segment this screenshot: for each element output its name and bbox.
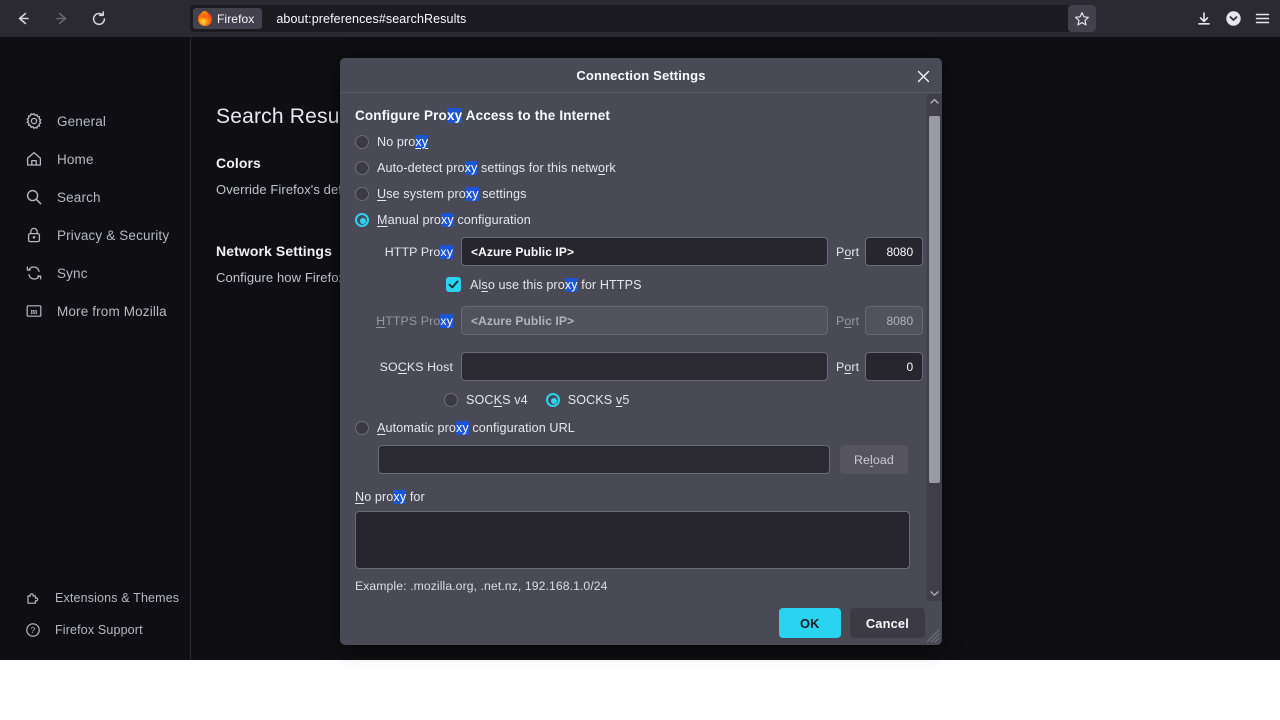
radio-indicator	[355, 135, 369, 149]
checkmark-icon	[448, 280, 459, 289]
socks-port-label: Port	[836, 359, 860, 374]
radio-auto-config-url[interactable]: Automatic proxy configuration URL	[355, 421, 924, 435]
radio-label: Automatic proxy configuration URL	[377, 421, 575, 435]
https-proxy-input[interactable]: <Azure Public IP>	[461, 306, 828, 335]
auto-config-row: Re l oad	[378, 445, 924, 474]
radio-label: SOCKS v5	[567, 393, 630, 407]
scrollbar-track[interactable]	[927, 109, 942, 586]
radio-indicator	[545, 393, 560, 407]
radio-label: Auto-detect proxy settings for this netw…	[377, 161, 616, 175]
scrollbar-thumb[interactable]	[929, 116, 940, 483]
radio-no-proxy[interactable]: No proxy	[355, 135, 924, 149]
https-proxy-label: HTTPS Proxy	[376, 313, 453, 328]
no-proxy-for-textarea[interactable]	[355, 511, 910, 569]
reload-pac-button[interactable]: Re l oad	[840, 445, 908, 474]
no-proxy-for-label: No proxy for	[355, 490, 425, 504]
proxy-settings-pane: Configure Proxy Access to the Internet N…	[355, 108, 924, 593]
http-proxy-label: HTTP Proxy	[384, 244, 453, 259]
radio-indicator	[355, 187, 369, 201]
radio-use-system[interactable]: Use system proxy settings	[355, 187, 924, 201]
socks-host-label: SOCKS Host	[379, 359, 453, 374]
http-proxy-input[interactable]: <Azure Public IP>	[461, 237, 828, 266]
no-proxy-example-text: Example: .mozilla.org, .net.nz, 192.168.…	[355, 579, 608, 593]
checkbox-indicator	[446, 277, 461, 292]
socks-host-row: SOCKS Host Port 0	[355, 352, 924, 381]
radio-socks-v5[interactable]: SOCKS v5	[545, 393, 630, 407]
radio-manual-proxy[interactable]: Manual proxy configuration	[355, 213, 924, 227]
proxy-config-heading: Configure Proxy Access to the Internet	[355, 108, 611, 123]
ok-button[interactable]: OK	[778, 608, 841, 638]
scroll-down-button[interactable]	[927, 586, 942, 601]
http-port-input[interactable]: 8080	[865, 237, 924, 266]
dialog-title: Connection Settings	[576, 67, 706, 83]
radio-socks-v4[interactable]: SOCKS v4	[444, 393, 528, 407]
dialog-footer: OK Cancel	[340, 601, 942, 645]
chevron-down-icon	[930, 591, 939, 596]
checkbox-label: Also use this proxy for HTTPS	[470, 277, 642, 292]
dialog-body: Configure Proxy Access to the Internet N…	[340, 94, 942, 601]
radio-indicator	[355, 421, 369, 435]
socks-version-group: SOCKS v4 SOCKS v5	[444, 393, 924, 407]
radio-indicator	[355, 213, 369, 227]
radio-indicator	[444, 393, 458, 407]
radio-label: SOCKS v4	[466, 393, 528, 407]
socks-host-input[interactable]	[461, 352, 828, 381]
radio-auto-detect[interactable]: Auto-detect proxy settings for this netw…	[355, 161, 924, 175]
radio-indicator	[355, 161, 369, 175]
https-port-label: Port	[836, 313, 860, 328]
socks-port-input[interactable]: 0	[865, 352, 924, 381]
close-icon	[917, 70, 929, 82]
also-use-https-checkbox[interactable]: Also use this proxy for HTTPS	[446, 277, 924, 292]
radio-label: Use system proxy settings	[377, 187, 527, 201]
cancel-button[interactable]: Cancel	[849, 608, 925, 638]
resize-grip-icon[interactable]	[926, 629, 940, 643]
radio-label: Manual proxy configuration	[377, 213, 531, 227]
https-proxy-row: HTTPS Proxy <Azure Public IP> Port 8080	[355, 306, 924, 335]
http-port-label: Port	[836, 244, 860, 259]
scroll-up-button[interactable]	[927, 94, 942, 109]
dialog-scrollbar[interactable]	[927, 94, 942, 601]
radio-label: No proxy	[377, 135, 429, 149]
http-proxy-row: HTTP Proxy <Azure Public IP> Port 8080	[355, 237, 924, 266]
https-port-input[interactable]: 8080	[865, 306, 924, 335]
close-button[interactable]	[912, 65, 934, 87]
connection-settings-dialog: Connection Settings Configure Proxy Acce…	[340, 58, 942, 645]
chevron-up-icon	[930, 98, 939, 104]
browser-window: Firefox about:preferences#searchResults	[0, 0, 1280, 660]
dialog-titlebar: Connection Settings	[340, 58, 942, 93]
auto-config-url-input[interactable]	[378, 445, 830, 474]
